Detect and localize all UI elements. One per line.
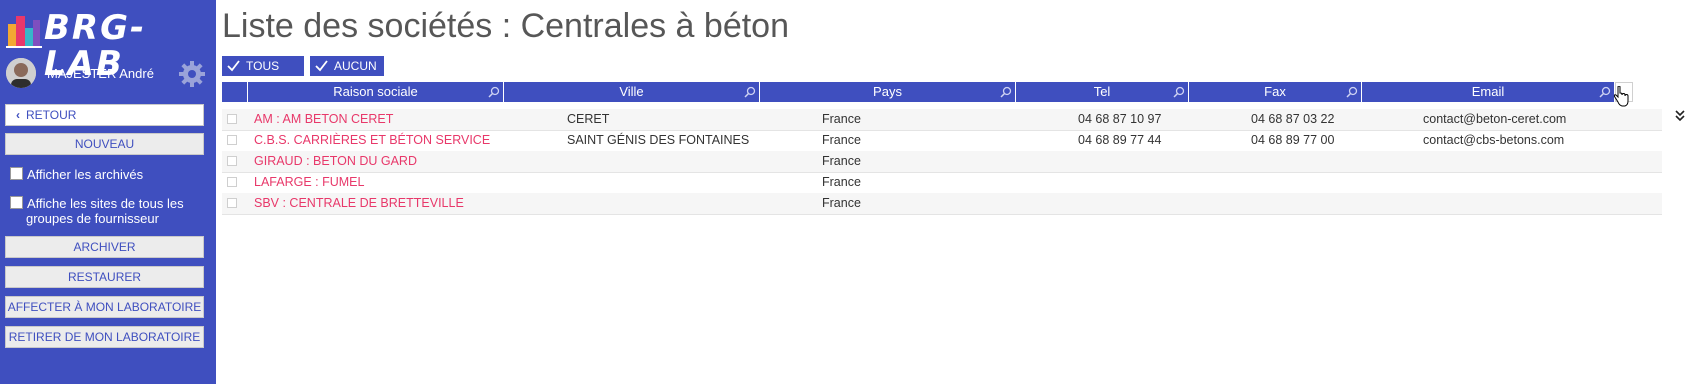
show-all-sites-label-line1: Affiche les sites de tous les [27,196,184,211]
chevron-left-icon: ‹ [16,108,20,122]
row-country: France [822,154,861,168]
column-header-pays[interactable]: Pays [760,82,1016,102]
row-country: France [822,133,861,147]
user-name: MAJESTER André [47,66,154,81]
row-fax: 04 68 87 03 22 [1251,112,1335,126]
hand-cursor-icon [1613,86,1629,107]
archive-button-label: ARCHIVER [73,240,136,254]
column-label: Email [1471,84,1505,99]
assign-to-lab-button[interactable]: AFFECTER À MON LABORATOIRE [5,296,204,318]
search-icon[interactable] [744,86,756,98]
search-icon[interactable] [1173,86,1185,98]
back-button-label: RETOUR [26,108,77,122]
column-header-ville[interactable]: Ville [504,82,760,102]
table-row[interactable]: GIRAUD : BETON DU GARD France [222,151,1662,173]
sidebar: BRG-LAB MAJESTER André ‹ RETOUR NOUVEAU … [0,0,216,384]
column-header-raison-sociale[interactable]: Raison sociale [248,82,504,102]
row-email: contact@cbs-betons.com [1423,133,1565,147]
gear-icon[interactable] [178,60,206,88]
user-block: MAJESTER André [6,58,210,92]
row-tel: 04 68 87 10 97 [1078,112,1162,126]
row-name-link[interactable]: SBV : CENTRALE DE BRETTEVILLE [254,193,464,214]
avatar[interactable] [6,58,36,88]
search-icon[interactable] [1346,86,1358,98]
table-row[interactable]: LAFARGE : FUMEL France [222,172,1662,194]
restore-button-label: RESTAURER [67,270,142,284]
show-archived-label: Afficher les archivés [27,167,144,182]
column-label: Raison sociale [333,84,418,99]
column-label: Fax [1264,84,1286,99]
table-header: Raison sociale Ville Pays Tel Fax Email [222,82,1678,102]
remove-from-lab-label: RETIRER DE MON LABORATOIRE [8,330,201,344]
select-column-header [222,82,248,102]
column-label: Ville [619,84,644,99]
select-none-button[interactable]: AUCUN [310,56,384,76]
assign-to-lab-label: AFFECTER À MON LABORATOIRE [7,300,202,314]
row-name-link[interactable]: GIRAUD : BETON DU GARD [254,151,417,172]
row-name-link[interactable]: C.B.S. CARRIÈRES ET BÉTON SERVICE [254,130,490,151]
row-checkbox[interactable] [227,198,237,208]
select-all-button[interactable]: TOUS [222,56,304,76]
page-title: Liste des sociétés : Centrales à béton [222,7,789,45]
show-all-sites-label-line2: groupes de fournisseur [26,211,159,226]
row-name-link[interactable]: AM : AM BETON CERET [254,109,393,130]
app-logo[interactable]: BRG-LAB [6,8,210,82]
row-checkbox[interactable] [227,156,237,166]
column-header-tel[interactable]: Tel [1016,82,1189,102]
row-email: contact@beton-ceret.com [1423,112,1567,126]
double-chevron-down-icon[interactable] [1675,110,1685,122]
show-archived-option[interactable]: Afficher les archivés [10,167,143,182]
row-checkbox[interactable] [227,135,237,145]
row-city: SAINT GÉNIS DES FONTAINES [567,133,750,147]
check-icon [227,60,240,72]
archive-button[interactable]: ARCHIVER [5,236,204,258]
table-row[interactable]: SBV : CENTRALE DE BRETTEVILLE France [222,193,1662,215]
select-none-label: AUCUN [334,59,377,73]
row-fax: 04 68 89 77 00 [1251,133,1335,147]
remove-from-lab-button[interactable]: RETIRER DE MON LABORATOIRE [5,326,204,348]
row-name-link[interactable]: LAFARGE : FUMEL [254,172,364,193]
back-button[interactable]: ‹ RETOUR [5,104,204,126]
column-header-fax[interactable]: Fax [1189,82,1362,102]
column-label: Pays [873,84,902,99]
table-row[interactable]: AM : AM BETON CERET CERET France 04 68 8… [222,109,1662,131]
check-icon [315,60,328,72]
search-icon[interactable] [1000,86,1012,98]
column-header-email[interactable]: Email [1362,82,1615,102]
search-icon[interactable] [1599,86,1611,98]
row-country: France [822,175,861,189]
column-label: Tel [1093,84,1111,99]
show-all-sites-checkbox[interactable] [10,196,23,209]
row-checkbox[interactable] [227,177,237,187]
show-archived-checkbox[interactable] [10,167,23,180]
table-row[interactable]: C.B.S. CARRIÈRES ET BÉTON SERVICE SAINT … [222,130,1662,152]
row-checkbox[interactable] [227,114,237,124]
select-all-label: TOUS [246,59,280,73]
new-button-label: NOUVEAU [74,137,135,151]
logo-icon [6,16,42,48]
row-city: CERET [567,112,610,126]
row-tel: 04 68 89 77 44 [1078,133,1162,147]
row-country: France [822,112,861,126]
row-country: France [822,196,861,210]
show-all-sites-option[interactable]: Affiche les sites de tous les groupes de… [10,196,184,226]
search-icon[interactable] [488,86,500,98]
restore-button[interactable]: RESTAURER [5,266,204,288]
new-button[interactable]: NOUVEAU [5,133,204,155]
